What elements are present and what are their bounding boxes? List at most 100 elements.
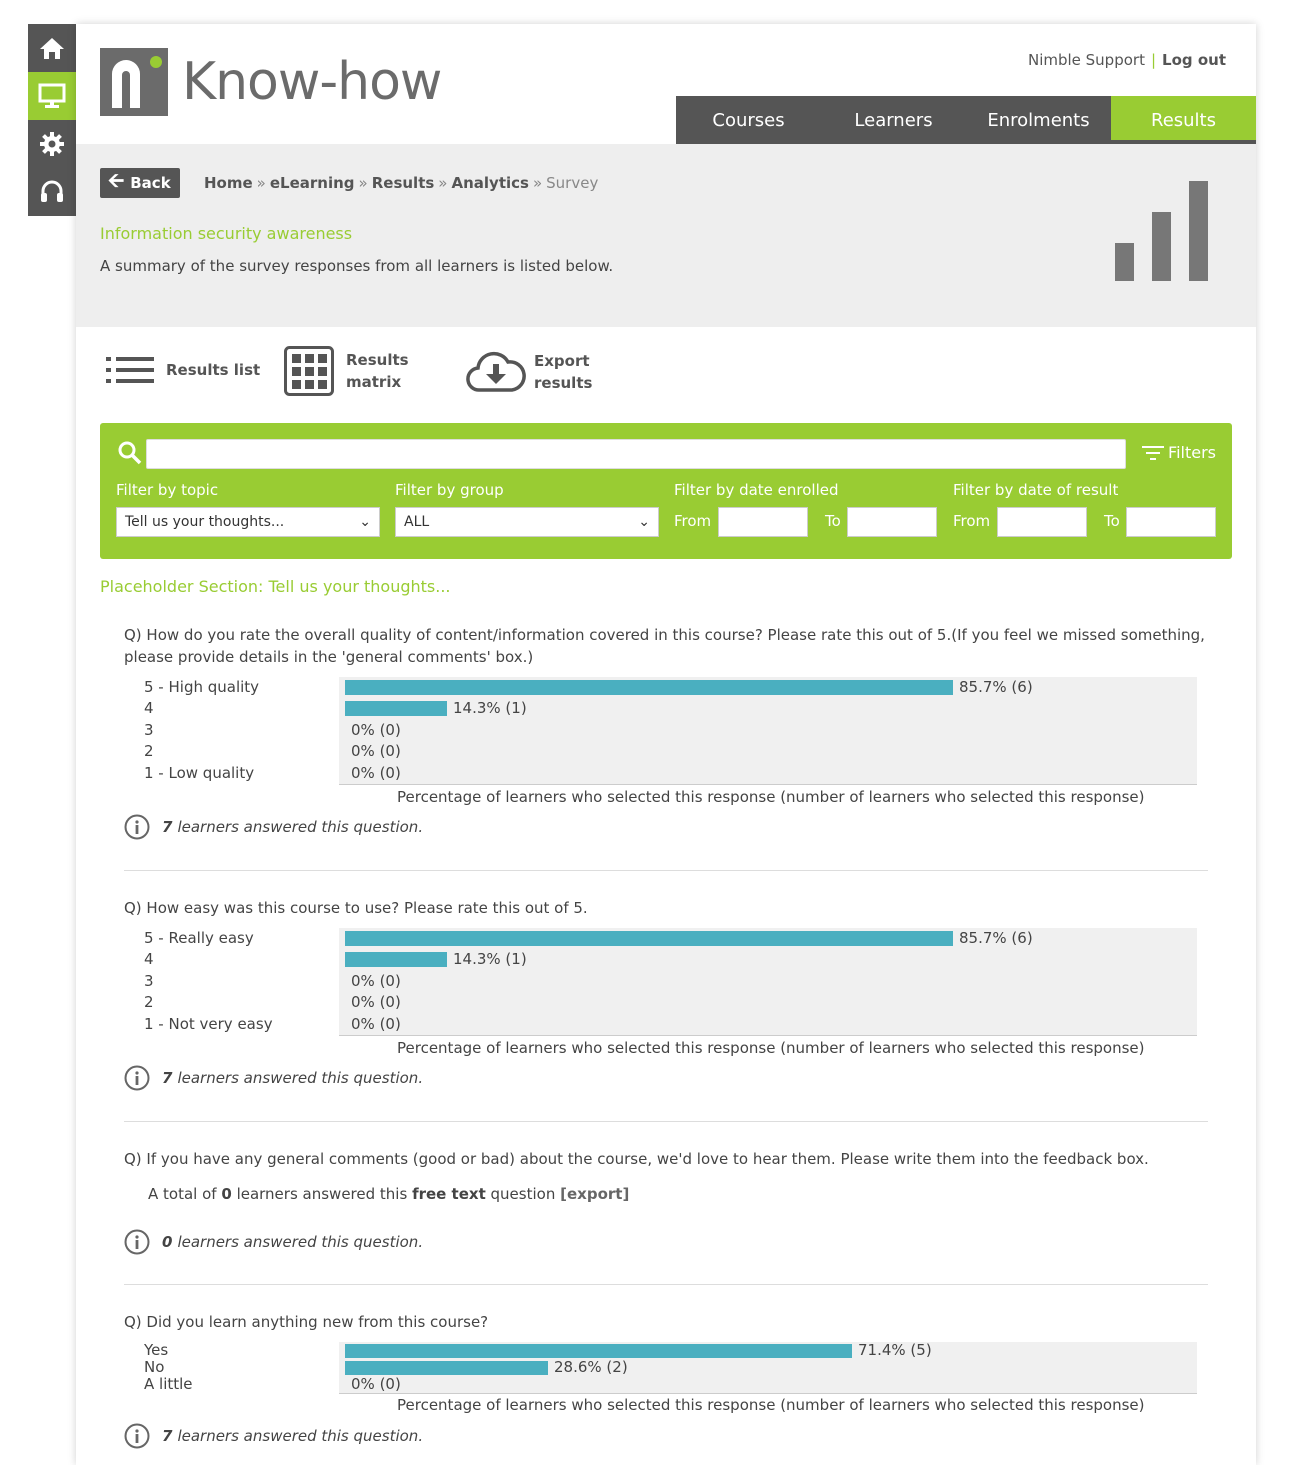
free-text-count: 0 [221,1185,232,1203]
filter-icon [1142,445,1165,460]
group-select[interactable]: ALL ⌄ [395,507,659,537]
info-icon [124,1423,150,1449]
bar [345,680,953,695]
support-link[interactable]: Nimble Support [1028,51,1145,69]
filters-button[interactable]: Filters [1142,443,1216,462]
bar-track: 0% (0) [339,741,1197,764]
breadcrumb: Home» eLearning» Results» Analytics» Survey [204,174,599,192]
bar-track: 14.3% (1) [339,949,1197,972]
answered-text: learners answered this question. [177,1233,424,1251]
bar [345,701,447,717]
bar-value-label: 71.4% (5) [858,1341,932,1359]
search-input[interactable] [146,439,1126,469]
export-results-button[interactable]: Export results [466,350,592,394]
tab-courses[interactable]: Courses [676,96,821,144]
free-text-kind: free text [412,1185,486,1203]
home-nav-button[interactable] [28,24,76,72]
results-matrix-button[interactable]: Results matrix [284,346,409,396]
option-label: 1 - Not very easy [144,1014,273,1033]
bar-track: 0% (0) [339,1013,1197,1036]
bar-track: 85.7% (6) [339,928,1197,951]
elearning-nav-button[interactable] [28,72,76,120]
enrolled-to-label: To [825,512,841,530]
grid-icon [284,346,334,396]
option-label: Yes [144,1341,169,1359]
question-3: Q) If you have any general comments (goo… [124,1148,1210,1268]
page-description: A summary of the survey responses from a… [100,257,614,275]
tab-learners[interactable]: Learners [821,96,966,144]
filter-enrolled-label: Filter by date enrolled [674,481,839,499]
bar-track: 0% (0) [339,992,1197,1015]
free-text-middle: learners answered this [236,1185,408,1203]
top-links: Nimble Support | Log out [1028,51,1226,69]
result-to-input[interactable] [1126,507,1216,537]
bar-value-label: 0% (0) [351,1375,401,1393]
logout-link[interactable]: Log out [1162,51,1226,69]
main-nav: Courses Learners Enrolments Results [676,96,1256,144]
breadcrumb-analytics[interactable]: Analytics [451,174,528,192]
topic-select-value: Tell us your thoughts... [125,514,285,530]
question-2: Q) How easy was this course to use? Plea… [124,897,1210,1117]
option-label: 2 [144,993,154,1012]
enrolled-to-input[interactable] [847,507,937,537]
bar-value-label: 85.7% (6) [959,929,1033,947]
export-link[interactable]: [export] [560,1185,629,1203]
free-text-summary: A total of 0 learners answered this free… [148,1185,629,1203]
bar-track: 0% (0) [339,970,1197,994]
topic-select[interactable]: Tell us your thoughts... ⌄ [116,507,380,537]
breadcrumb-home[interactable]: Home [204,174,253,192]
side-nav [28,24,76,216]
settings-nav-button[interactable] [28,120,76,168]
answered-text: learners answered this question. [177,1427,424,1445]
bar-value-label: 85.7% (6) [959,678,1033,696]
bar [345,1361,548,1375]
support-nav-button[interactable] [28,168,76,216]
bar-value-label: 0% (0) [351,742,401,761]
logo[interactable]: Know-how [100,48,442,116]
breadcrumb-elearning[interactable]: eLearning [270,174,355,192]
filters-label: Filters [1168,443,1216,462]
option-label: 5 - Really easy [144,929,254,947]
chevron-down-icon: ⌄ [359,514,371,530]
home-icon [40,38,64,59]
question-3-text: Q) If you have any general comments (goo… [124,1150,1149,1168]
cloud-download-icon [466,351,526,392]
bar-value-label: 14.3% (1) [453,950,527,969]
answered-number: 7 [162,1069,173,1087]
option-label: 1 - Low quality [144,763,255,782]
filter-topic-label: Filter by topic [116,481,219,499]
info-icon [124,1065,150,1091]
free-text-prefix: A total of [148,1185,217,1203]
headset-icon [41,180,63,202]
question-2-text: Q) How easy was this course to use? Plea… [124,899,588,917]
tab-results[interactable]: Results [1111,96,1256,144]
main-panel: Know-how Nimble Support | Log out Courses … [76,24,1256,1465]
group-select-value: ALL [404,514,430,530]
breadcrumb-results[interactable]: Results [372,174,435,192]
question-4-text: Q) Did you learn anything new from this … [124,1313,489,1331]
answered-text: learners answered this question. [177,818,424,836]
divider [124,1121,1208,1122]
option-label: A little [144,1375,193,1393]
bar-value-label: 0% (0) [351,720,401,739]
bar-value-label: 28.6% (2) [554,1358,628,1376]
option-label: 2 [144,742,154,761]
tab-enrolments[interactable]: Enrolments [966,96,1111,144]
answered-count: 7 learners answered this question. [124,1065,423,1091]
axis-label: Percentage of learners who selected this… [397,788,1145,806]
back-button[interactable]: 🡨 Back [100,168,180,198]
search-icon [118,441,142,465]
bar-value-label: 0% (0) [351,763,401,782]
export-label-2: results [534,374,593,392]
bar-chart-icon [1115,181,1208,281]
result-from-input[interactable] [997,507,1087,537]
option-label: No [144,1358,165,1376]
enrolled-from-input[interactable] [718,507,808,537]
filter-panel: Filters Filter by topic Tell us your tho… [100,423,1232,559]
section-title: Placeholder Section: Tell us your though… [100,577,451,596]
option-label: 4 [144,699,154,718]
divider [124,1284,1208,1285]
bar-track: 28.6% (2) [339,1359,1197,1377]
answered-text: learners answered this question. [177,1069,424,1087]
results-list-button[interactable]: Results list [106,354,260,386]
